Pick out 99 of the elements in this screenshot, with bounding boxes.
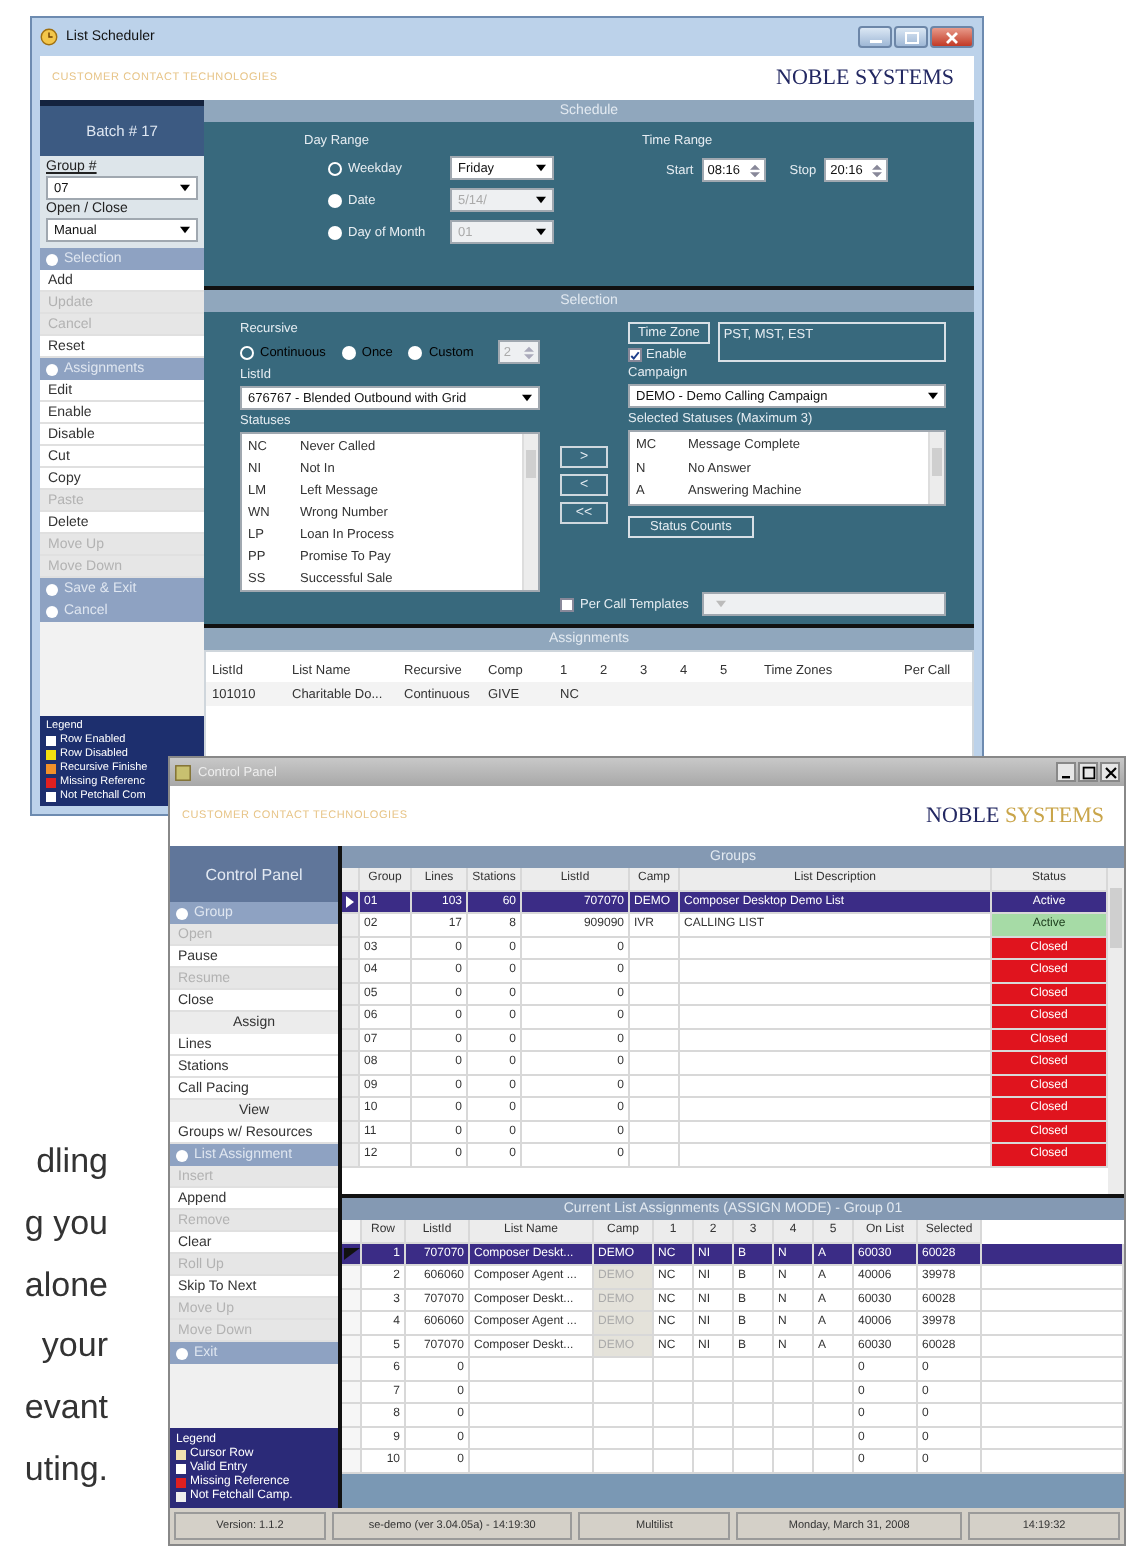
table-cell	[630, 1121, 680, 1144]
table-cell	[630, 983, 680, 1006]
table-cell	[774, 1404, 814, 1427]
sidebar-header: Control Panel	[170, 846, 338, 902]
body-text: evant	[22, 1386, 108, 1431]
table-cell	[734, 1427, 774, 1450]
table-cell	[982, 1266, 1124, 1289]
radio-button[interactable]	[240, 345, 254, 359]
row-pointer-icon	[343, 1247, 359, 1260]
circle-icon	[176, 1149, 188, 1161]
table-cell	[630, 1006, 680, 1029]
checkbox[interactable]	[560, 597, 574, 611]
dropdown[interactable]	[702, 592, 946, 616]
table-corner	[342, 868, 360, 891]
table-cell	[694, 1358, 734, 1381]
table-cell	[982, 1289, 1124, 1312]
circle-icon	[46, 253, 58, 265]
table-cell	[630, 1098, 680, 1121]
table-cell	[734, 1404, 774, 1427]
row-pointer-icon	[346, 895, 354, 908]
body-text: dling	[34, 1140, 108, 1184]
table-cell	[630, 1075, 680, 1098]
circle-icon	[46, 605, 58, 617]
table-cell	[654, 1404, 694, 1427]
table-cell	[814, 1404, 854, 1427]
radio-button[interactable]	[408, 345, 423, 359]
logo: NOBLE SYSTEMS	[926, 804, 1104, 828]
caret-icon	[928, 392, 938, 400]
circle-icon	[176, 1347, 188, 1359]
table-cell	[814, 1358, 854, 1381]
caret-icon	[180, 226, 190, 234]
table-cell	[982, 1243, 1124, 1266]
table-cell	[982, 1381, 1124, 1404]
body-text: your	[39, 1324, 108, 1369]
table-cell	[982, 1335, 1124, 1358]
maximize-icon	[903, 31, 919, 43]
table-cell	[630, 1052, 680, 1075]
caret-icon	[536, 196, 546, 204]
table-cell	[982, 1312, 1124, 1335]
row-header[interactable]	[342, 891, 360, 914]
close-icon	[1103, 765, 1117, 779]
table-cell	[654, 1381, 694, 1404]
table-cell	[654, 1427, 694, 1450]
close-icon	[944, 31, 960, 43]
caret-icon	[536, 228, 546, 236]
maximize-icon	[1081, 765, 1095, 779]
table-cell	[814, 1381, 854, 1404]
circle-icon	[176, 907, 188, 919]
table-cell	[594, 1358, 654, 1381]
table-cell	[470, 1404, 594, 1427]
logo: NOBLE SYSTEMS	[776, 66, 954, 90]
checkbox[interactable]	[628, 348, 642, 362]
table-cell	[470, 1358, 594, 1381]
scrollbar[interactable]	[1108, 868, 1124, 1194]
table-cell	[774, 1427, 814, 1450]
table-cell	[982, 1427, 1124, 1450]
circle-icon	[46, 363, 58, 375]
table-cell	[982, 1404, 1124, 1427]
circle-icon	[46, 583, 58, 595]
table-cell	[630, 937, 680, 960]
spinner-icon	[524, 345, 534, 359]
body-text: alone	[22, 1263, 108, 1308]
table-cell	[594, 1404, 654, 1427]
table-corner	[342, 1220, 362, 1243]
table-cell	[594, 1381, 654, 1404]
table-cell	[774, 1381, 814, 1404]
table-cell	[470, 1381, 594, 1404]
spinner-icon	[749, 163, 760, 177]
caret-icon	[536, 164, 546, 172]
caret-icon	[522, 394, 532, 402]
body-text: g you	[22, 1201, 108, 1246]
table-cell	[734, 1381, 774, 1404]
table-cell	[630, 1029, 680, 1052]
caret-icon	[180, 184, 190, 192]
body-text: uting.	[22, 1447, 108, 1492]
table-cell	[734, 1358, 774, 1381]
table-cell	[982, 1358, 1124, 1381]
table-cell	[774, 1358, 814, 1381]
maximize-button[interactable]	[1078, 762, 1098, 782]
scrollbar[interactable]	[928, 432, 944, 504]
scrollbar[interactable]	[522, 434, 538, 590]
window-icon	[174, 763, 192, 781]
radio-button[interactable]	[341, 345, 356, 359]
spinner-icon	[872, 163, 883, 177]
table-cell	[694, 1404, 734, 1427]
clock-icon	[40, 28, 58, 46]
table-cell	[470, 1427, 594, 1450]
table-cell	[654, 1358, 694, 1381]
close-button[interactable]	[1100, 762, 1120, 782]
caret-icon	[716, 600, 727, 608]
row-header[interactable]	[342, 1243, 362, 1266]
table-cell	[594, 1427, 654, 1450]
table-cell	[694, 1381, 734, 1404]
table-cell	[630, 1144, 680, 1167]
table-cell	[814, 1427, 854, 1450]
radio-button[interactable]	[328, 161, 342, 175]
table-cell	[694, 1427, 734, 1450]
minimize-button[interactable]	[1056, 762, 1076, 782]
table-cell	[630, 960, 680, 983]
